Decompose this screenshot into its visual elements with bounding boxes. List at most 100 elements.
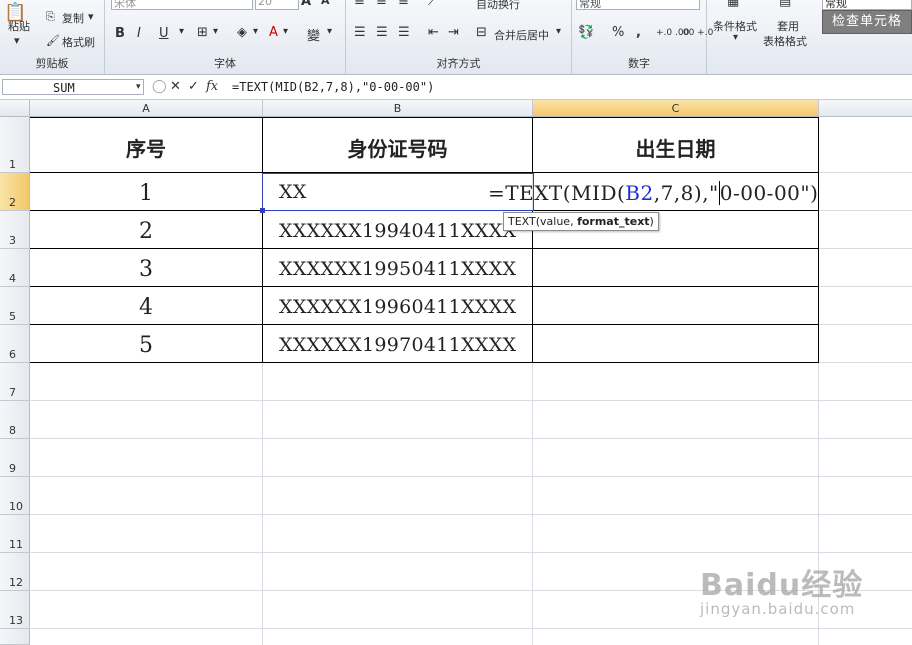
phonetic-dropdown-icon[interactable]: ▾ — [327, 26, 332, 37]
row-header-2[interactable]: 2 — [0, 173, 30, 211]
cell-seq-5[interactable]: 5 — [30, 333, 262, 358]
table-format-icon[interactable]: ▤ — [779, 0, 791, 9]
row-header-1[interactable]: 1 — [0, 117, 30, 173]
row-header-12[interactable]: 12 — [0, 553, 30, 591]
insert-function-circle-icon[interactable]: ◯ — [152, 79, 167, 95]
align-middle-icon[interactable]: ≡ — [376, 0, 387, 9]
cell-seq-3[interactable]: 3 — [30, 257, 262, 282]
font-color-icon[interactable]: A — [269, 25, 278, 40]
underline-button[interactable]: U — [159, 26, 169, 41]
merge-dropdown-icon[interactable]: ▾ — [556, 26, 561, 37]
table-format-label-1[interactable]: 套用 — [777, 18, 799, 34]
table-border — [30, 324, 819, 325]
header-id[interactable]: 身份证号码 — [263, 133, 532, 162]
percent-button[interactable]: % — [612, 25, 624, 40]
font-size-combo[interactable]: 20 — [255, 0, 299, 10]
underline-dropdown-icon[interactable]: ▾ — [179, 26, 184, 37]
cell-edit-formula[interactable]: =TEXT(MID(B2,7,8),"0-00-00") — [488, 181, 819, 205]
formula-bar: SUM ▾ ◯ ✕ ✓ fx =TEXT(MID(B2,7,8),"0-00-0… — [0, 77, 912, 100]
select-all-corner[interactable] — [0, 100, 30, 117]
fill-dropdown-icon[interactable]: ▾ — [253, 26, 258, 37]
align-top-icon[interactable]: ≡ — [354, 0, 365, 9]
grow-font-button[interactable]: A — [301, 0, 311, 9]
conditional-format-icon[interactable]: ▦ — [727, 0, 739, 9]
copy-icon[interactable]: ⎘ — [46, 10, 55, 24]
currency-icon[interactable]: 💱 — [578, 25, 594, 40]
cell-id-4[interactable]: XXXXXX19960411XXXX — [263, 296, 532, 318]
function-tooltip[interactable]: TEXT(value, format_text) — [503, 212, 659, 231]
cell-id-3[interactable]: XXXXXX19950411XXXX — [263, 258, 532, 280]
row-header-4[interactable]: 4 — [0, 249, 30, 287]
formula-input[interactable]: =TEXT(MID(B2,7,8),"0-00-00") — [232, 79, 434, 95]
enter-icon[interactable]: ✓ — [188, 79, 199, 95]
table-format-button[interactable]: 表格格式 — [763, 33, 807, 49]
row-header-14[interactable] — [0, 629, 30, 645]
column-header-c[interactable]: C — [533, 100, 819, 117]
column-header-d[interactable] — [819, 100, 912, 117]
align-left-icon[interactable]: ☰ — [354, 25, 366, 40]
row-header-13[interactable]: 13 — [0, 591, 30, 629]
number-group: 常规 💱 % , +.0 .00 .00 +.0 数字 — [572, 0, 713, 74]
row-header-6[interactable]: 6 — [0, 325, 30, 363]
row-header-7[interactable]: 7 — [0, 363, 30, 401]
comma-button[interactable]: , — [636, 25, 641, 40]
row-header-3[interactable]: 3 — [0, 211, 30, 249]
paste-dropdown-icon[interactable]: ▾ — [14, 34, 20, 47]
row-header-9[interactable]: 9 — [0, 439, 30, 477]
styles-group: ▦ 条件格式 ▾ ▤ 套用 表格格式 — [707, 0, 819, 74]
italic-button[interactable]: I — [137, 26, 141, 41]
orientation-icon[interactable]: ⟋ — [428, 0, 437, 9]
name-box[interactable]: SUM — [2, 79, 144, 95]
cell-seq-1[interactable]: 1 — [30, 181, 262, 206]
style-check-cell[interactable]: 检查单元格 — [822, 10, 912, 34]
copy-button[interactable]: 复制 — [62, 10, 84, 26]
watermark-brand: Baidu经验 — [700, 568, 864, 603]
font-color-dropdown-icon[interactable]: ▾ — [283, 26, 288, 37]
cell-id-2[interactable]: XXXXXX19940411XXXX — [263, 220, 532, 242]
alignment-label: 对齐方式 — [436, 57, 481, 70]
column-header-b[interactable]: B — [263, 100, 533, 117]
row-header-11[interactable]: 11 — [0, 515, 30, 553]
header-birth[interactable]: 出生日期 — [533, 133, 818, 162]
merge-center-button[interactable]: 合并后居中 — [494, 27, 549, 43]
number-format-combo[interactable]: 常规 — [576, 0, 700, 10]
row-header-8[interactable]: 8 — [0, 401, 30, 439]
format-painter-button[interactable]: 格式刷 — [62, 34, 95, 50]
wrap-text-button[interactable]: 自动换行 — [476, 0, 520, 12]
format-painter-icon[interactable]: 🖌 — [46, 34, 60, 47]
conditional-dropdown-icon[interactable]: ▾ — [733, 32, 738, 43]
shrink-font-button[interactable]: A — [321, 0, 330, 7]
align-right-icon[interactable]: ☰ — [398, 25, 410, 40]
decrease-indent-icon[interactable]: ⇤ — [428, 25, 439, 40]
bold-button[interactable]: B — [115, 26, 125, 41]
font-name-combo[interactable]: 宋体 — [111, 0, 253, 10]
tooltip-func: TEXT(value, — [508, 215, 578, 228]
fx-icon[interactable]: fx — [206, 79, 218, 95]
copy-dropdown-icon[interactable]: ▾ — [88, 10, 94, 23]
edit-formula-quote: ," — [702, 181, 719, 205]
align-bottom-icon[interactable]: ≡ — [398, 0, 409, 9]
border-icon[interactable]: ⊞ — [197, 25, 208, 40]
align-center-icon[interactable]: ☰ — [376, 25, 388, 40]
cancel-icon[interactable]: ✕ — [170, 79, 181, 95]
column-header-a[interactable]: A — [30, 100, 263, 117]
phonetic-icon[interactable]: 變 — [307, 25, 320, 44]
border-dropdown-icon[interactable]: ▾ — [213, 26, 218, 37]
cell-seq-2[interactable]: 2 — [30, 219, 262, 244]
fill-color-icon[interactable]: ◈ — [237, 25, 247, 40]
cell-id-5[interactable]: XXXXXX19970411XXXX — [263, 334, 532, 356]
row-header-5[interactable]: 5 — [0, 287, 30, 325]
merge-icon[interactable]: ⊟ — [476, 25, 487, 40]
cell-seq-4[interactable]: 4 — [30, 295, 262, 320]
style-normal[interactable]: 常规 — [822, 0, 912, 10]
row-header-10[interactable]: 10 — [0, 477, 30, 515]
table-border — [532, 210, 533, 363]
name-box-dropdown-icon[interactable]: ▾ — [136, 79, 141, 95]
edit-formula-args: ,7,8) — [653, 181, 703, 205]
clipboard-group: 📋 粘贴 ▾ ⎘ 复制 ▾ 🖌 格式刷 剪贴板 — [0, 0, 105, 74]
increase-indent-icon[interactable]: ⇥ — [448, 25, 459, 40]
fill-handle[interactable] — [260, 208, 265, 213]
edit-formula-part: =TEXT(MID( — [488, 181, 626, 205]
paste-button[interactable]: 粘贴 — [8, 18, 30, 34]
header-seq[interactable]: 序号 — [30, 133, 262, 162]
